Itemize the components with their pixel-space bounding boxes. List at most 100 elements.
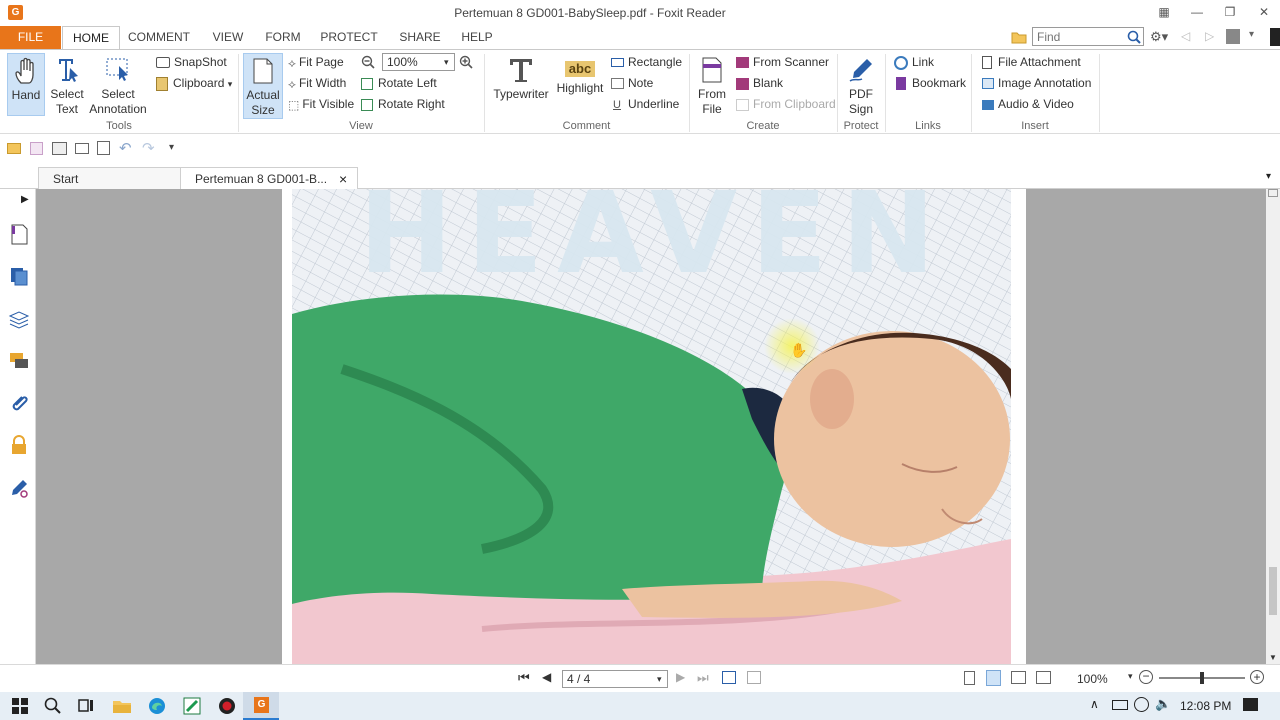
fit-page-button[interactable]: ⟡ Fit Page bbox=[288, 53, 344, 71]
open-folder-icon[interactable] bbox=[7, 143, 21, 154]
tab-help[interactable]: HELP bbox=[456, 26, 498, 49]
zoom-in-circle-icon[interactable]: + bbox=[1250, 670, 1264, 684]
zoom-out-icon[interactable] bbox=[361, 55, 375, 69]
taskbar-clock[interactable]: 12:08 PM bbox=[1180, 699, 1231, 713]
print-icon[interactable] bbox=[52, 142, 67, 155]
file-attachment-button[interactable]: File Attachment bbox=[982, 53, 1081, 71]
status-zoom-value[interactable]: 100% bbox=[1077, 672, 1108, 686]
volume-icon[interactable]: 🔈 bbox=[1155, 696, 1171, 712]
find-field[interactable] bbox=[1032, 27, 1144, 46]
export-page-icon[interactable] bbox=[722, 671, 736, 684]
facing-view-icon[interactable] bbox=[1011, 671, 1026, 684]
tab-current-document[interactable]: Pertemuan 8 GD001-B... × bbox=[180, 167, 358, 189]
pdf-page[interactable]: HEAVEN ✋ bbox=[282, 189, 1026, 664]
layers-icon[interactable] bbox=[8, 308, 30, 330]
continuous-facing-view-icon[interactable] bbox=[1036, 671, 1051, 684]
rotate-left-button[interactable]: Rotate Left bbox=[361, 74, 437, 92]
ribbon-collapse-icon[interactable] bbox=[1270, 28, 1280, 46]
clipboard-dropdown-icon[interactable]: ▾ bbox=[228, 79, 233, 89]
select-text-button[interactable]: Select Text bbox=[48, 53, 86, 119]
page-number-field[interactable]: 4 / 4 ▾ bbox=[562, 670, 668, 688]
sheets-app-icon[interactable] bbox=[182, 696, 202, 716]
tab-start[interactable]: Start bbox=[38, 167, 183, 189]
fit-visible-button[interactable]: ⬚ Fit Visible bbox=[288, 95, 354, 113]
folder-search-icon[interactable] bbox=[1011, 30, 1027, 44]
document-viewport[interactable]: HEAVEN ✋ bbox=[36, 189, 1266, 664]
undo-icon[interactable]: ↶ bbox=[119, 139, 132, 157]
network-globe-icon[interactable] bbox=[1134, 697, 1149, 712]
last-page-icon[interactable]: ⏭ bbox=[697, 670, 709, 686]
zoom-select[interactable]: 100% ▾ bbox=[382, 53, 455, 71]
vertical-scrollbar[interactable]: ▼ bbox=[1266, 189, 1280, 664]
next-page-icon[interactable]: ▶ bbox=[676, 670, 685, 684]
security-lock-icon[interactable] bbox=[8, 434, 30, 456]
tab-comment[interactable]: COMMENT bbox=[124, 26, 194, 49]
zoom-in-icon[interactable] bbox=[459, 55, 473, 69]
foxit-taskbar-item[interactable]: G bbox=[243, 692, 279, 720]
close-tab-icon[interactable]: × bbox=[339, 168, 347, 190]
tab-home[interactable]: HOME bbox=[62, 26, 120, 50]
show-hidden-icons-icon[interactable]: ∧ bbox=[1090, 697, 1099, 711]
rotate-right-button[interactable]: Rotate Right bbox=[361, 95, 445, 113]
user-avatar-icon[interactable] bbox=[1226, 29, 1240, 44]
status-zoom-dropdown-icon[interactable]: ▾ bbox=[1128, 671, 1133, 682]
restore-button[interactable]: ❐ bbox=[1219, 3, 1241, 21]
zoom-slider[interactable] bbox=[1159, 672, 1245, 684]
tab-protect[interactable]: PROTECT bbox=[316, 26, 382, 49]
search-taskbar-icon[interactable] bbox=[43, 696, 63, 716]
scroll-down-arrow[interactable]: ▼ bbox=[1269, 653, 1277, 662]
minimize-button[interactable]: — bbox=[1186, 3, 1208, 21]
from-file-button[interactable]: From File bbox=[695, 53, 729, 119]
page-dropdown-icon[interactable]: ▾ bbox=[657, 671, 662, 687]
expand-panel-icon[interactable]: ▶ bbox=[21, 194, 29, 205]
attachments-paperclip-icon[interactable] bbox=[8, 392, 30, 414]
comments-panel-icon[interactable] bbox=[8, 350, 30, 372]
properties-icon[interactable] bbox=[75, 143, 89, 154]
highlight-button[interactable]: abc Highlight bbox=[555, 53, 605, 119]
select-annotation-button[interactable]: Select Annotation bbox=[88, 53, 148, 119]
zoom-out-circle-icon[interactable]: − bbox=[1139, 670, 1153, 684]
single-page-view-icon[interactable] bbox=[964, 671, 975, 685]
from-scanner-button[interactable]: From Scanner bbox=[736, 53, 829, 71]
continuous-view-icon[interactable] bbox=[986, 670, 1001, 686]
pdf-sign-button[interactable]: PDF Sign bbox=[842, 53, 880, 119]
grid-icon[interactable]: ▦ bbox=[1153, 3, 1175, 21]
link-button[interactable]: Link bbox=[894, 53, 934, 71]
blank-button[interactable]: Blank bbox=[736, 74, 783, 92]
tab-share[interactable]: SHARE bbox=[394, 26, 446, 49]
fit-width-button[interactable]: ⟡ Fit Width bbox=[288, 74, 346, 92]
tab-form[interactable]: FORM bbox=[260, 26, 306, 49]
signature-panel-icon[interactable] bbox=[8, 477, 30, 499]
new-document-icon[interactable] bbox=[97, 141, 110, 155]
bookmark-button[interactable]: Bookmark bbox=[896, 74, 966, 92]
back-nav-icon[interactable]: ◁ bbox=[1181, 29, 1190, 43]
scrollbar-thumb[interactable] bbox=[1269, 567, 1277, 615]
gear-icon[interactable]: ⚙▾ bbox=[1150, 29, 1172, 45]
windows-start-icon[interactable] bbox=[10, 696, 30, 716]
from-clipboard-button[interactable]: From Clipboard bbox=[736, 95, 836, 113]
first-page-icon[interactable]: ⏮ bbox=[518, 670, 530, 686]
scroll-up-arrow[interactable] bbox=[1268, 189, 1278, 197]
customize-toolbar-icon[interactable]: ▾ bbox=[169, 142, 174, 153]
zoom-dropdown-icon[interactable]: ▾ bbox=[444, 54, 449, 70]
edge-browser-icon[interactable] bbox=[147, 696, 167, 716]
rectangle-button[interactable]: Rectangle bbox=[611, 53, 682, 71]
close-window-button[interactable]: ✕ bbox=[1253, 3, 1275, 21]
screen-recorder-icon[interactable] bbox=[217, 696, 237, 716]
pages-icon[interactable] bbox=[8, 265, 30, 287]
actual-size-button[interactable]: Actual Size bbox=[243, 53, 283, 119]
notification-center-icon[interactable] bbox=[1243, 698, 1258, 711]
find-input[interactable] bbox=[1033, 28, 1123, 45]
previous-page-icon[interactable]: ◀ bbox=[542, 670, 551, 684]
forward-nav-icon[interactable]: ▷ bbox=[1205, 29, 1214, 43]
snapshot-button[interactable]: SnapShot bbox=[156, 53, 227, 71]
page-thumbnail-icon[interactable] bbox=[8, 223, 30, 245]
import-page-icon[interactable] bbox=[747, 671, 761, 684]
image-annotation-button[interactable]: Image Annotation bbox=[982, 74, 1091, 92]
user-dropdown-icon[interactable]: ▾ bbox=[1249, 29, 1254, 40]
hand-button[interactable]: Hand bbox=[7, 53, 45, 116]
note-button[interactable]: Note bbox=[611, 74, 653, 92]
tab-list-dropdown-icon[interactable]: ▾ bbox=[1266, 171, 1271, 182]
redo-icon[interactable]: ↷ bbox=[142, 139, 155, 157]
audio-video-button[interactable]: Audio & Video bbox=[982, 95, 1074, 113]
